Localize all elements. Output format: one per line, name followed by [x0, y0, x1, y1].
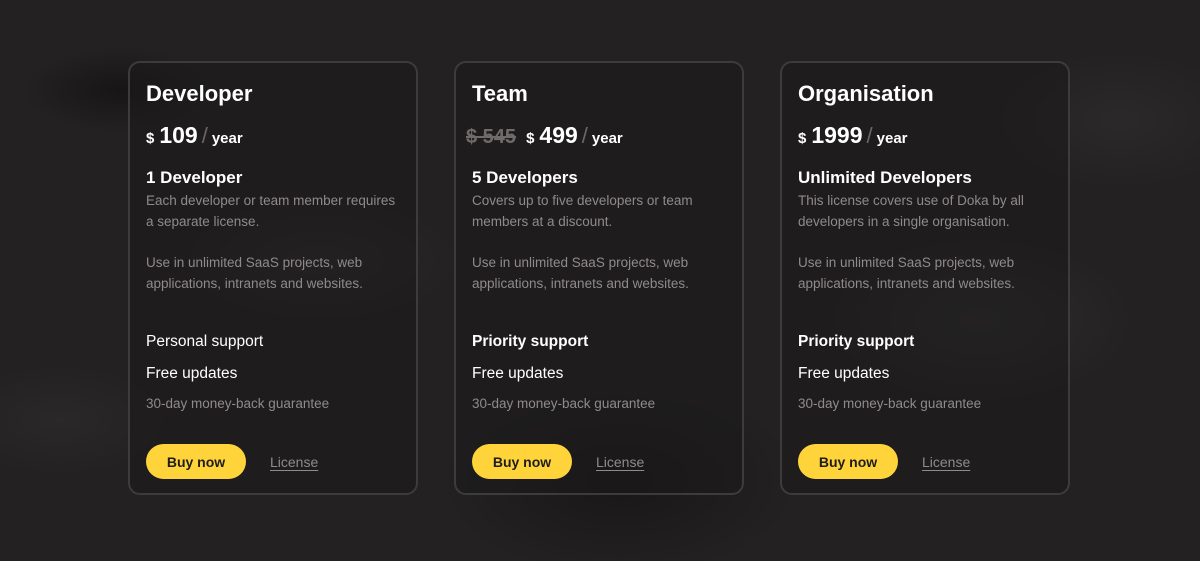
updates-feature: Free updates: [798, 365, 890, 382]
price-row: $ 545 $ 499 / year: [466, 122, 726, 150]
developer-count: Unlimited Developers: [798, 168, 972, 187]
card-actions: Buy now License: [798, 444, 970, 479]
buy-now-button[interactable]: Buy now: [472, 444, 572, 479]
price-separator: /: [201, 123, 208, 148]
guarantee-note: 30-day money-back guarantee: [146, 396, 330, 411]
plan-title: Organisation: [798, 81, 934, 106]
guarantee-note: 30-day money-back guarantee: [798, 396, 982, 411]
card-actions: Buy now License: [472, 444, 644, 479]
currency-symbol: $: [526, 130, 535, 147]
guarantee-note: 30-day money-back guarantee: [472, 396, 656, 411]
price-row: $ 109 / year: [146, 122, 400, 150]
price-row: $ 1999 / year: [798, 122, 1052, 150]
card-actions: Buy now License: [146, 444, 318, 479]
support-feature: Priority support: [798, 333, 915, 350]
support-feature: Personal support: [146, 333, 264, 350]
support-feature: Priority support: [472, 333, 589, 350]
developer-count: 1 Developer: [146, 168, 243, 187]
price-period: year: [211, 130, 243, 147]
license-link[interactable]: License: [922, 454, 970, 470]
price-amount: 499: [539, 122, 578, 148]
old-price: $ 545: [466, 126, 517, 148]
price-period: year: [591, 130, 623, 147]
buy-now-button[interactable]: Buy now: [146, 444, 246, 479]
plan-title: Team: [472, 81, 528, 106]
pricing-card-team: Team $ 545 $ 499 / year 5 Developers Cov…: [454, 61, 744, 495]
pricing-card-organisation: Organisation $ 1999 / year Unlimited Dev…: [780, 61, 1070, 495]
price-separator: /: [866, 123, 873, 148]
usage-description: Use in unlimited SaaS projects, web appl…: [798, 255, 1015, 291]
plan-description: This license covers use of Doka by all d…: [798, 193, 1024, 229]
usage-description: Use in unlimited SaaS projects, web appl…: [146, 255, 363, 291]
pricing-card-developer: Developer $ 109 / year 1 Developer Each …: [128, 61, 418, 495]
price-separator: /: [581, 123, 588, 148]
buy-now-button[interactable]: Buy now: [798, 444, 898, 479]
usage-description: Use in unlimited SaaS projects, web appl…: [472, 255, 689, 291]
updates-feature: Free updates: [146, 365, 238, 382]
price-amount: 109: [159, 122, 198, 148]
currency-symbol: $: [798, 130, 807, 147]
updates-feature: Free updates: [472, 365, 564, 382]
plan-description: Covers up to five developers or team mem…: [472, 193, 693, 229]
license-link[interactable]: License: [270, 454, 318, 470]
developer-count: 5 Developers: [472, 168, 578, 187]
price-period: year: [876, 130, 908, 147]
plan-description: Each developer or team member requires a…: [146, 193, 396, 229]
license-link[interactable]: License: [596, 454, 644, 470]
plan-title: Developer: [146, 81, 253, 106]
currency-symbol: $: [146, 130, 155, 147]
price-amount: 1999: [811, 122, 863, 148]
